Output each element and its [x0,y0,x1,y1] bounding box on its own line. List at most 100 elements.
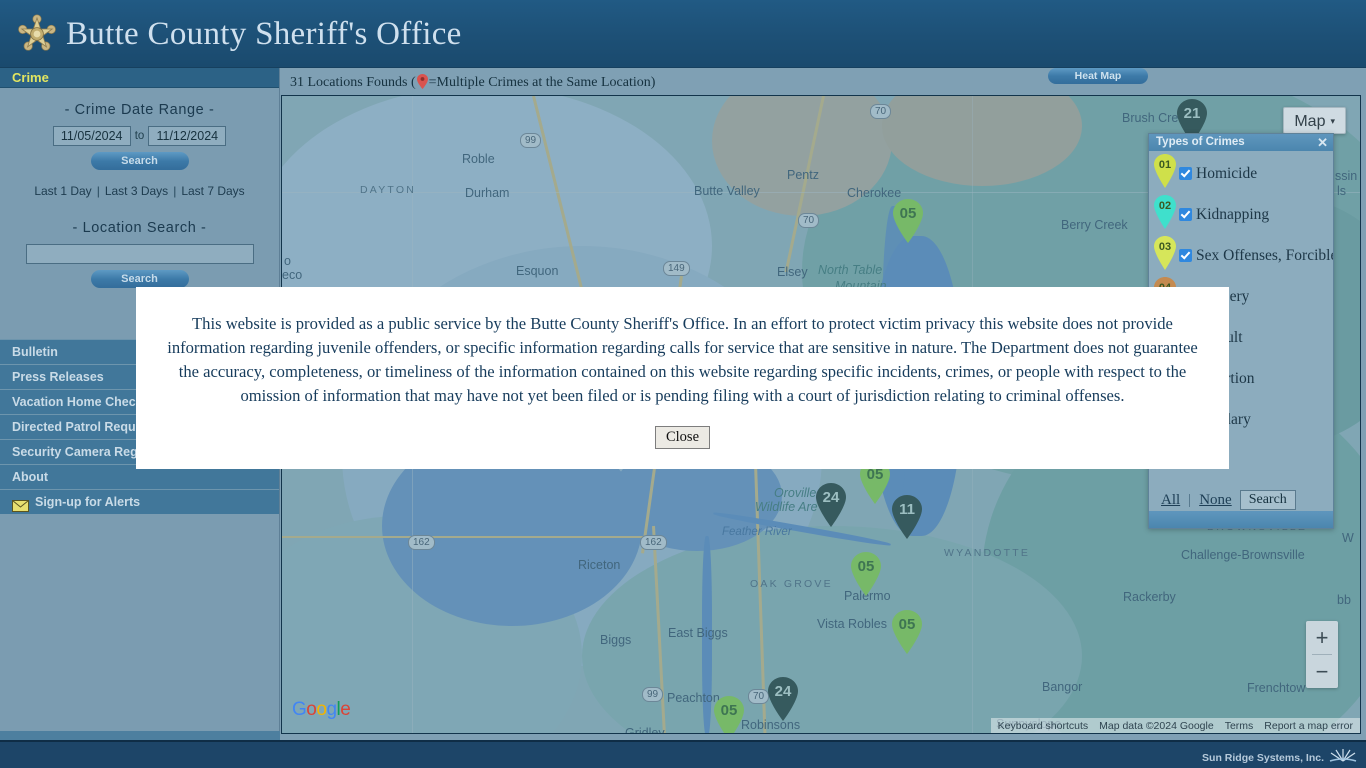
crimes-panel-footer: All | None Search [1149,490,1333,510]
crime-type-row[interactable]: 03 Sex Offenses, Forcible [1153,235,1333,276]
sidebar-item-signup-for-alerts[interactable]: Sign-up for Alerts [0,489,279,514]
map-place-label: Berry Creek [1061,218,1128,232]
crime-type-label: Kidnapping [1196,205,1270,223]
map-place-label: Feather River [722,526,792,538]
date-range-row: to [10,126,269,146]
crime-type-checkbox[interactable] [1179,167,1192,180]
google-logo-letter: e [340,699,351,720]
map-type-button[interactable]: Map ▾ [1283,107,1346,134]
highway-shield-icon: 162 [640,535,667,550]
map-type-label: Map [1294,113,1326,130]
highway-shield-icon: 149 [663,261,690,276]
sidebar-tab-crime[interactable]: Crime [0,68,279,88]
map-place-label: Roble [462,152,495,166]
map-place-label: Riceton [578,558,621,572]
google-logo-letter: o [316,699,327,720]
footer-brand-text: Sun Ridge Systems, Inc. [1202,751,1324,764]
crime-type-pin-icon: 02 [1153,194,1177,235]
map-place-label: Challenge-Brownsville [1181,548,1305,562]
map-place-label: Gridley [625,726,665,734]
sunburst-icon [1328,747,1358,768]
highway-shield-icon: 70 [870,104,892,119]
map-place-label: eco [282,268,303,282]
svg-text:02: 02 [1159,200,1171,212]
map-place-label: bb [1337,593,1351,607]
crime-type-pin-icon: 03 [1153,235,1177,276]
svg-text:24: 24 [775,683,792,700]
zoom-in-button[interactable]: + [1306,621,1338,654]
map-place-label: Oroville [774,486,817,500]
map-marker-pin[interactable]: 05 [849,551,883,597]
map-place-label: Esquon [516,264,559,278]
crime-type-checkbox[interactable] [1179,249,1192,262]
select-all-link[interactable]: All [1161,492,1180,509]
keyboard-shortcuts-link[interactable]: Keyboard shortcuts [998,720,1088,732]
page-title: Butte County Sheriff's Office [66,15,462,52]
heat-map-button[interactable]: Heat Map [1048,68,1148,84]
crime-type-row[interactable]: 01 Homicide [1153,153,1333,194]
crime-type-row[interactable]: 02 Kidnapping [1153,194,1333,235]
terms-link[interactable]: Terms [1225,720,1254,732]
map-place-label: East Biggs [668,626,728,640]
google-logo-letter: o [306,699,317,720]
map-place-label: o [284,254,291,268]
close-icon[interactable]: ✕ [1317,134,1328,151]
svg-text:11: 11 [899,501,915,518]
location-search-button[interactable]: Search [90,270,189,288]
quick-link-last-3-days[interactable]: Last 3 Days [105,184,168,198]
quick-link-last-1-day[interactable]: Last 1 Day [34,184,91,198]
crime-type-checkbox[interactable] [1179,208,1192,221]
map-marker-pin[interactable]: 05 [891,198,925,244]
zoom-out-button[interactable]: − [1306,655,1338,688]
svg-text:03: 03 [1159,241,1171,253]
select-none-link[interactable]: None [1199,492,1232,509]
map-place-label: Rackerby [1123,590,1176,604]
highway-shield-icon: 70 [798,213,820,228]
close-button[interactable]: Close [654,426,711,449]
sidebar-bottom-bar [0,731,280,740]
map-marker-pin[interactable]: 05 [712,695,746,733]
svg-text:24: 24 [823,489,840,506]
highway-shield-icon: 162 [408,535,435,550]
map-place-label: Bangor [1042,680,1083,694]
chevron-down-icon: ▾ [1330,116,1335,126]
application-root: Butte County Sheriff's Office Crime - Cr… [0,0,1366,768]
map-place-label: Vista Robles [817,617,887,631]
footer-brand: Sun Ridge Systems, Inc. [1202,747,1358,768]
highway-shield-icon: 99 [520,133,542,148]
map-marker-pin[interactable]: 24 [814,482,848,528]
locations-found-prefix: 31 Locations Founds ( [290,75,416,90]
map-attribution-bar: Keyboard shortcuts Map data ©2024 Google… [990,718,1360,733]
date-search-button[interactable]: Search [90,152,189,170]
sidebar-item-label: Sign-up for Alerts [35,494,141,509]
map-place-label: W [1342,531,1354,545]
envelope-icon [12,496,29,512]
locations-found-suffix: =Multiple Crimes at the Same Location) [428,75,656,90]
map-place-label: Corner [754,731,792,733]
map-place-label: Frenchtow [1247,681,1306,695]
map-marker-pin[interactable]: 11 [890,494,924,540]
quick-link-separator-1: | [96,184,100,198]
map-marker-pin[interactable]: 24 [766,676,800,722]
map-place-label: Butte Valley [694,184,760,198]
report-map-error-link[interactable]: Report a map error [1264,720,1353,732]
crimes-panel-bottom-bar [1149,511,1333,528]
crime-type-pin-icon: 01 [1153,153,1177,194]
highway-shield-icon: 99 [642,687,664,702]
map-place-label: Durham [465,186,510,200]
quick-link-last-7-days[interactable]: Last 7 Days [181,184,244,198]
quick-link-separator-2: | [173,184,177,198]
crimes-search-button[interactable]: Search [1239,490,1296,510]
road-segment [282,536,662,538]
map-zoom-controls: + − [1306,621,1338,688]
date-to-input[interactable] [148,126,227,146]
map-marker-pin[interactable]: 05 [890,609,924,655]
map-place-label: Pentz [787,168,819,182]
disclaimer-modal: This website is provided as a public ser… [136,287,1229,469]
map-place-label: Wildlife Are [755,500,818,514]
location-search-title: - Location Search - [72,220,207,236]
date-from-input[interactable] [52,126,131,146]
location-search-input[interactable] [25,244,254,264]
quick-date-links: Last 1 Day | Last 3 Days | Last 7 Days [10,184,269,198]
sheriff-star-badge-icon [16,13,58,55]
